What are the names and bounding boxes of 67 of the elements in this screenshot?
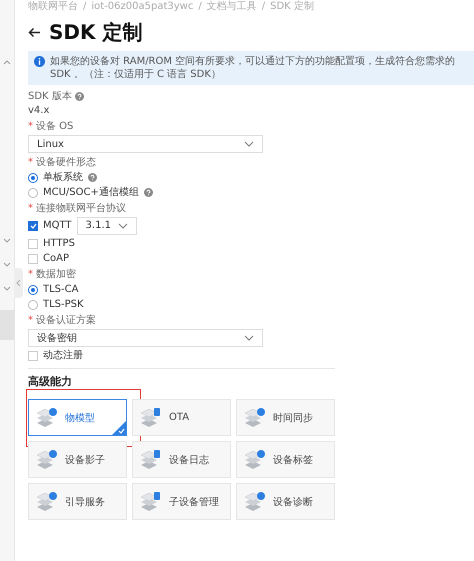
feature-card[interactable]: 时间同步 — [236, 399, 335, 436]
select-field[interactable]: Linux — [28, 135, 263, 153]
stacked-layers-icon — [35, 406, 59, 428]
stacked-layers-icon — [243, 406, 267, 428]
chevron-down-icon[interactable] — [3, 262, 11, 267]
caret-icon — [244, 335, 254, 341]
alert-text: 如果您的设备对 RAM/ROM 空间有所要求，可以通过下方的功能配置项，生成符合您需求的 SDK 。（注：仅适用于 C 语言 SDK） — [50, 55, 456, 81]
chevron-down-icon[interactable] — [3, 238, 11, 243]
feature-card[interactable]: 设备影子 — [28, 441, 127, 478]
version-select[interactable]: 3.1.1 — [76, 217, 137, 235]
help-icon — [74, 92, 84, 101]
breadcrumb-separator: / — [262, 1, 266, 13]
stacked-layers-icon — [35, 448, 59, 470]
checkbox[interactable] — [28, 221, 38, 231]
back-button[interactable] — [28, 27, 41, 38]
field-label: 设备认证方案 — [36, 314, 96, 327]
breadcrumb-separator: / — [83, 1, 86, 13]
option-label: HTTPS — [43, 238, 75, 250]
chevron-left-icon — [16, 279, 21, 287]
selected-check-icon — [112, 421, 126, 435]
chevron-up-icon[interactable] — [3, 60, 11, 65]
option-label: 单板系统 — [43, 172, 83, 184]
field-label: 连接物联网平台协议 — [36, 202, 126, 215]
feature-card[interactable]: 子设备管理 — [132, 483, 231, 520]
field-label: SDK 版本 — [28, 90, 72, 103]
select-field[interactable]: 设备密钥 — [28, 329, 263, 347]
option-label: TLS-PSK — [43, 298, 84, 310]
breadcrumb-item: SDK 定制 — [270, 1, 314, 13]
required-mark: * — [28, 268, 33, 281]
back-arrow-icon — [28, 27, 41, 38]
stacked-layers-icon — [139, 448, 163, 470]
info-icon — [34, 56, 45, 67]
feature-card[interactable]: 设备日志 — [132, 441, 231, 478]
option-label: MQTT — [43, 220, 72, 232]
radio-button[interactable] — [28, 188, 38, 198]
option-label: CoAP — [43, 252, 69, 264]
caret-icon — [118, 223, 128, 229]
chevron-down-icon[interactable] — [3, 286, 11, 291]
stacked-layers-icon — [243, 448, 267, 470]
radio-button[interactable] — [28, 300, 38, 310]
option-label: TLS-CA — [43, 284, 78, 296]
feature-card[interactable]: 设备诊断 — [236, 483, 335, 520]
collapse-handle[interactable] — [14, 268, 23, 298]
radio-button[interactable] — [28, 172, 38, 182]
field-label: 设备 OS — [36, 120, 74, 133]
required-mark: * — [28, 156, 33, 169]
feature-card[interactable]: 物模型 — [28, 399, 127, 436]
option-label: 动态注册 — [43, 350, 83, 362]
feature-card[interactable]: 设备标签 — [236, 441, 335, 478]
breadcrumb-separator: / — [198, 1, 202, 13]
sdk-version-value: v4.x — [28, 105, 50, 117]
stacked-layers-icon — [139, 406, 163, 428]
section-title: 高级能力 — [28, 375, 73, 389]
radio-button[interactable] — [28, 284, 38, 294]
stacked-layers-icon — [139, 490, 163, 512]
field-label: 设备硬件形态 — [36, 156, 96, 169]
stacked-layers-icon — [35, 490, 59, 512]
field-label: 数据加密 — [36, 268, 76, 281]
required-mark: * — [28, 314, 33, 327]
required-mark: * — [28, 120, 33, 133]
feature-card[interactable]: 引导服务 — [28, 483, 127, 520]
caret-icon — [244, 141, 254, 147]
required-mark: * — [28, 202, 33, 215]
page-title: SDK 定制 — [49, 19, 142, 46]
feature-card[interactable]: OTA — [132, 399, 231, 436]
option-label: MCU/SOC+通信模组 — [43, 186, 139, 198]
stacked-layers-icon — [243, 490, 267, 512]
